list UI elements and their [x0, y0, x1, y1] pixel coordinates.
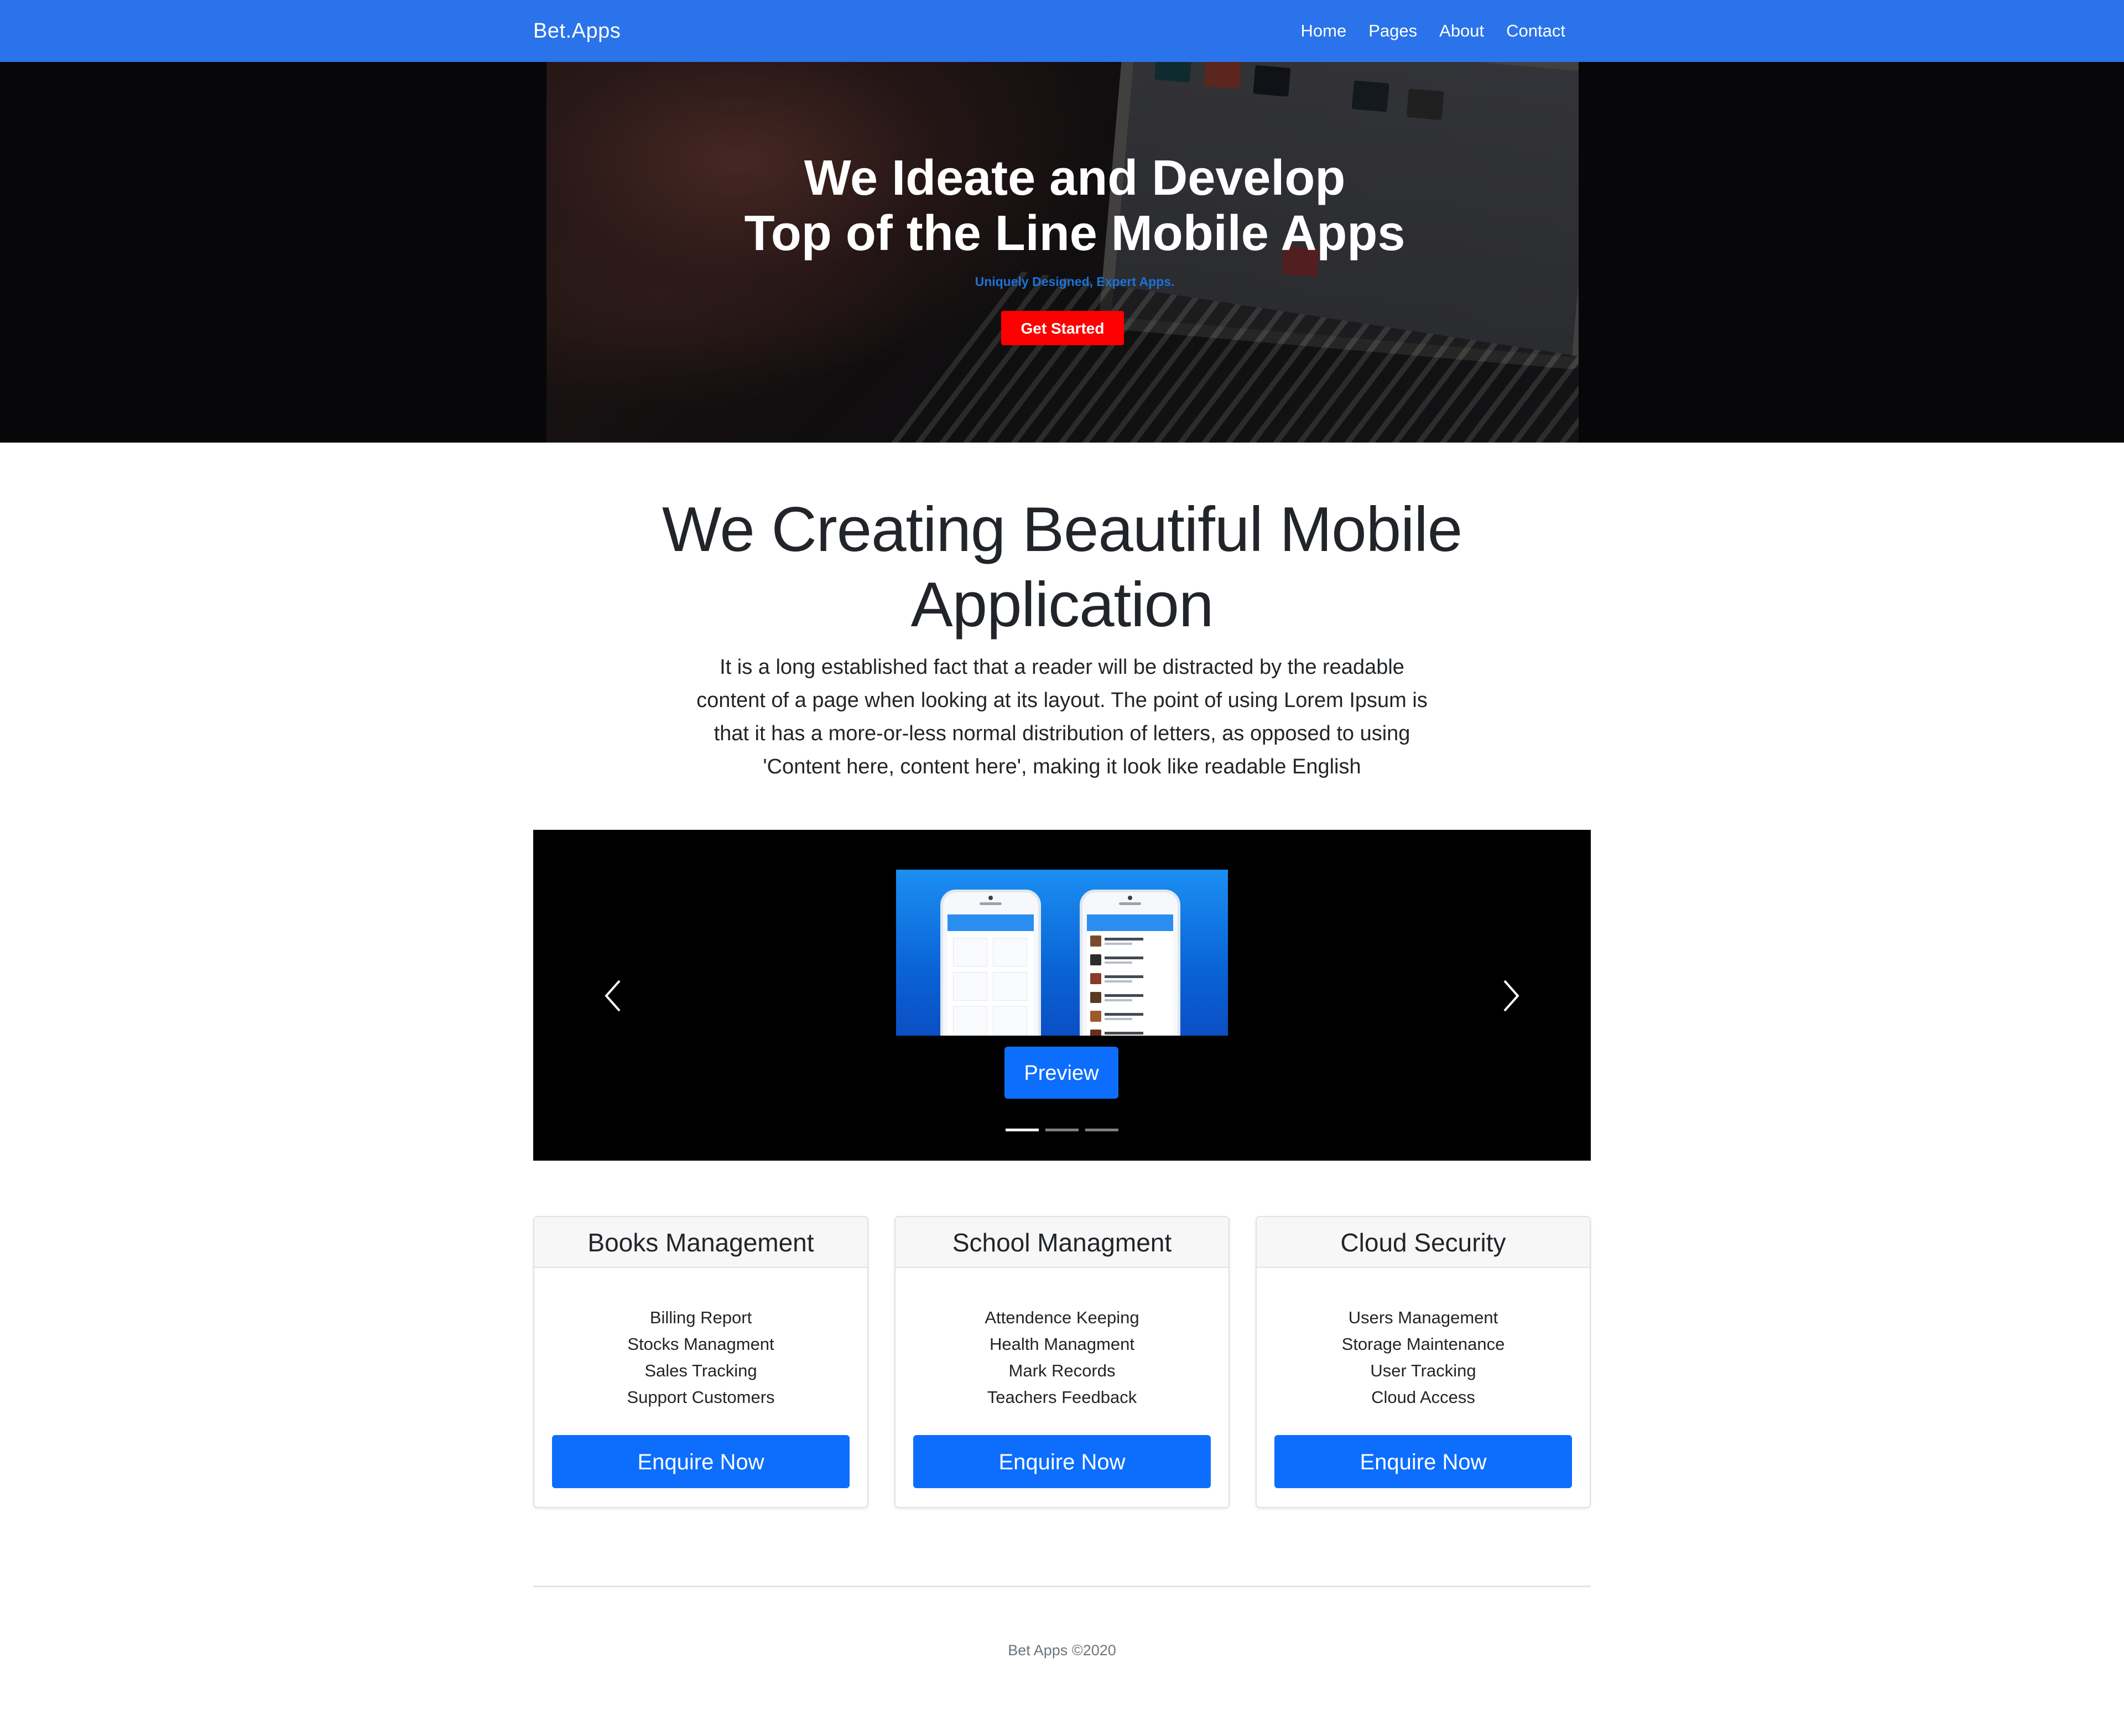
phone-app-bar — [948, 914, 1034, 931]
nav-link-contact[interactable]: Contact — [1506, 21, 1565, 41]
carousel-slide-image — [896, 870, 1228, 1036]
nav-link-pages[interactable]: Pages — [1368, 21, 1417, 41]
card-feature-item: Users Management — [1348, 1308, 1498, 1327]
card-school-managment: School Managment Attendence Keeping Heal… — [894, 1216, 1230, 1508]
intro-paragraph: It is a long established fact that a rea… — [696, 656, 1428, 778]
carousel-indicator-1[interactable] — [1006, 1129, 1039, 1131]
app-grid-cell — [993, 972, 1027, 1001]
card-feature-item: Storage Maintenance — [1341, 1334, 1505, 1354]
get-started-button[interactable]: Get Started — [1001, 311, 1124, 345]
phone-screen — [948, 914, 1034, 1036]
card-feature-list: Users Management Storage Maintenance Use… — [1257, 1304, 1590, 1411]
card-cloud-security: Cloud Security Users Management Storage … — [1256, 1216, 1591, 1508]
chevron-left-icon — [605, 980, 621, 1012]
card-title: Books Management — [534, 1217, 867, 1268]
carousel-next-button[interactable] — [1489, 968, 1533, 1023]
phone-camera — [988, 896, 993, 900]
preview-button[interactable]: Preview — [1004, 1047, 1118, 1099]
phone-mockup-list — [1080, 890, 1180, 1036]
hero-subtitle: Uniquely Designed, Expert Apps. — [975, 274, 1175, 289]
card-feature-item: Teachers Feedback — [987, 1387, 1137, 1407]
app-grid-cell — [993, 1006, 1027, 1035]
card-feature-item: Mark Records — [1008, 1361, 1116, 1380]
carousel-indicator-2[interactable] — [1045, 1129, 1079, 1131]
nav-link-about[interactable]: About — [1439, 21, 1484, 41]
app-list-row — [1090, 991, 1170, 1006]
app-list-row — [1090, 934, 1170, 950]
phone-camera — [1128, 896, 1132, 900]
card-books-management: Books Management Billing Report Stocks M… — [533, 1216, 868, 1508]
hero-title: We Ideate and Develop Top of the Line Mo… — [0, 150, 2124, 261]
intro-title: We Creating Beautiful Mobile Application — [662, 495, 1462, 640]
enquire-now-button[interactable]: Enquire Now — [913, 1435, 1211, 1488]
footer-divider — [533, 1586, 1591, 1587]
app-carousel: Preview — [533, 830, 1591, 1161]
card-feature-list: Attendence Keeping Health Managment Mark… — [896, 1304, 1228, 1411]
card-feature-list: Billing Report Stocks Managment Sales Tr… — [534, 1304, 867, 1411]
phone-screen — [1087, 914, 1173, 1036]
carousel-indicator-3[interactable] — [1085, 1129, 1118, 1131]
phone-speaker — [980, 902, 1002, 905]
app-grid-cell — [953, 972, 987, 1001]
phone-app-bar — [1087, 914, 1173, 931]
app-list-row — [1090, 953, 1170, 969]
app-list-row — [1090, 1010, 1170, 1025]
phone-mockup-grid — [940, 890, 1041, 1036]
card-feature-item: Health Managment — [990, 1334, 1134, 1354]
navbar: Bet.Apps Home Pages About Contact — [0, 0, 2124, 62]
footer-copyright: Bet Apps ©2020 — [1008, 1642, 1116, 1659]
enquire-now-button[interactable]: Enquire Now — [1274, 1435, 1572, 1488]
nav-link-home[interactable]: Home — [1301, 21, 1347, 41]
app-list-row — [1090, 972, 1170, 987]
app-grid-cell — [953, 938, 987, 966]
hero-banner: We Ideate and Develop Top of the Line Mo… — [0, 62, 2124, 443]
card-feature-item: Stocks Managment — [627, 1334, 774, 1354]
carousel-indicators — [533, 1129, 1591, 1131]
brand-logo[interactable]: Bet.Apps — [533, 0, 621, 62]
card-feature-item: Sales Tracking — [644, 1361, 757, 1380]
hero-title-line-2: Top of the Line Mobile Apps — [744, 206, 1405, 261]
card-title: Cloud Security — [1257, 1217, 1590, 1268]
nav-links: Home Pages About Contact — [1301, 0, 1565, 62]
service-cards: Books Management Billing Report Stocks M… — [533, 1216, 1591, 1508]
card-title: School Managment — [896, 1217, 1228, 1268]
chevron-right-icon — [1503, 980, 1519, 1012]
app-list-row — [1090, 1028, 1170, 1036]
carousel-prev-button[interactable] — [591, 968, 635, 1023]
card-feature-item: Billing Report — [649, 1308, 752, 1327]
card-feature-item: User Tracking — [1370, 1361, 1476, 1380]
enquire-now-button[interactable]: Enquire Now — [552, 1435, 850, 1488]
card-feature-item: Cloud Access — [1371, 1387, 1475, 1407]
app-grid-cell — [993, 938, 1027, 966]
hero-title-line-1: We Ideate and Develop — [804, 150, 1346, 206]
app-grid-cell — [953, 1006, 987, 1035]
card-feature-item: Support Customers — [627, 1387, 775, 1407]
card-feature-item: Attendence Keeping — [985, 1308, 1139, 1327]
phone-speaker — [1119, 902, 1141, 905]
